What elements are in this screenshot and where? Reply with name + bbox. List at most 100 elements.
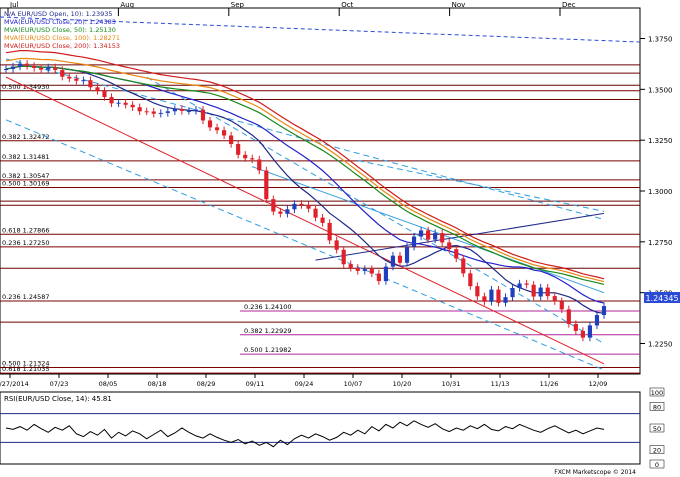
candle-body (362, 269, 367, 271)
candle-body (123, 102, 128, 105)
fib-level-label: 0.618 1.21035 (2, 365, 50, 373)
candle-body (390, 255, 396, 267)
rsi-tick-label: 20 (653, 447, 661, 455)
fib-level-label: 0.500 1.21982 (244, 346, 292, 354)
x-tick-label: 06/27/2014 (0, 380, 29, 388)
x-tick-label: 12/09 (589, 380, 608, 388)
candle-body (320, 217, 325, 223)
candle-body (236, 144, 241, 155)
x-tick-label: 08/29 (197, 380, 216, 388)
y-tick-label: 1.2750 (648, 239, 673, 247)
candle-body (552, 296, 557, 302)
rsi-title: RSI(EUR/USD Close, 14): 45.81 (4, 395, 112, 403)
candle-body (250, 158, 255, 160)
main-panel: Jul Aug Sep Oct Nov Dec 0.500 1.349300.382 1.… (0, 1, 680, 388)
month-label: Aug (120, 1, 134, 9)
candle-body (264, 170, 269, 200)
rsi-tick-label: 80 (653, 403, 661, 411)
candle-body (587, 325, 593, 338)
x-tick-label: 07/23 (50, 380, 69, 388)
candle-body (440, 233, 445, 243)
candle-body (566, 309, 571, 324)
indicator-title: MVA(EUR/USD Close, 100): 1.28271 (4, 34, 120, 42)
candle-body (383, 266, 388, 282)
indicator-title: MVA(EUR/USD Close, 20): 1.24383 (4, 18, 116, 26)
candle-body (397, 255, 403, 263)
fib-level-label: 0.382 1.22929 (244, 327, 292, 335)
candle-body (3, 69, 9, 70)
candle-body (25, 63, 30, 66)
candle-body (102, 90, 107, 98)
candle-body (200, 109, 206, 121)
candle-body (67, 76, 72, 79)
candle-body (433, 233, 438, 240)
candle-body (32, 65, 37, 68)
rsi-tick-label: 0 (655, 461, 659, 469)
candle-body (475, 286, 480, 297)
candle-body (207, 120, 213, 128)
candle-body (165, 111, 170, 113)
candle-body (299, 203, 304, 206)
candle-body (454, 249, 459, 259)
candle-body (411, 236, 417, 247)
candle-body (306, 205, 311, 209)
fib-level-label: 0.382 1.32472 (2, 133, 50, 141)
x-tick-label: 10/07 (344, 380, 363, 388)
candle-body (489, 289, 494, 302)
candle-body (130, 104, 135, 108)
candle-body (376, 273, 381, 282)
candle-body (334, 240, 339, 250)
candle-body (496, 289, 501, 303)
x-tick-label: 08/18 (148, 380, 167, 388)
candle-body (222, 130, 227, 136)
candle-body (46, 67, 51, 70)
candle-body (158, 112, 163, 114)
fib-level-label: 0.618 1.27866 (2, 226, 50, 234)
candle-body (179, 109, 184, 111)
y-tick-label: 1.2250 (648, 341, 673, 349)
candle-body (193, 109, 199, 111)
rsi-tick-label: 50 (653, 425, 661, 433)
candle-body (17, 63, 23, 67)
rsi-tick-label: 100 (651, 389, 663, 397)
candle-body (355, 267, 360, 271)
candle-body (229, 135, 234, 145)
candle-body (580, 330, 585, 338)
rsi-panel: RSI(EUR/USD Close, 14): 45.81 100 80 50 20 0 (0, 387, 665, 469)
candle-body (341, 249, 346, 265)
candle-body (95, 87, 100, 91)
candle-body (538, 287, 543, 297)
y-tick-label: 1.3000 (648, 188, 673, 196)
candle-body (292, 203, 297, 210)
candle-body (545, 287, 550, 297)
candle-body (257, 159, 262, 171)
last-price-label: 1.24345 (645, 294, 678, 303)
candle-body (426, 230, 431, 240)
month-label: Jul (9, 1, 19, 9)
candle-body (573, 323, 578, 331)
candle-body (285, 209, 290, 214)
candle-body (271, 199, 276, 212)
indicator-title: MVA(EUR/USD Close, 50): 1.25130 (4, 26, 116, 34)
candle-body (461, 258, 466, 274)
fx-chart: Jul Aug Sep Oct Nov Dec 0.500 1.349300.382 1.… (0, 1, 680, 476)
y-tick-label: 1.3750 (648, 36, 673, 44)
candle-body (517, 283, 522, 288)
candle-body (186, 110, 192, 112)
last-price-tag: 1.24345 (644, 292, 680, 303)
x-tick-label: 11/13 (491, 380, 510, 388)
x-tick-label: 08/05 (99, 380, 118, 388)
candle-body (601, 306, 607, 316)
fib-level-label: 0.500 1.30169 (2, 180, 50, 188)
candle-body (468, 273, 473, 287)
candle-body (214, 127, 220, 131)
fib-level-label: 0.236 1.27250 (2, 239, 50, 247)
candle-body (404, 246, 410, 263)
candle-body (144, 111, 149, 113)
candle-body (313, 208, 318, 218)
candle-body (447, 242, 452, 250)
x-tick-label: 09/11 (246, 380, 265, 388)
month-label: Oct (341, 1, 353, 9)
x-tick-label: 09/24 (295, 380, 314, 388)
copyright: FXCM Marketscope © 2014 (554, 469, 636, 476)
